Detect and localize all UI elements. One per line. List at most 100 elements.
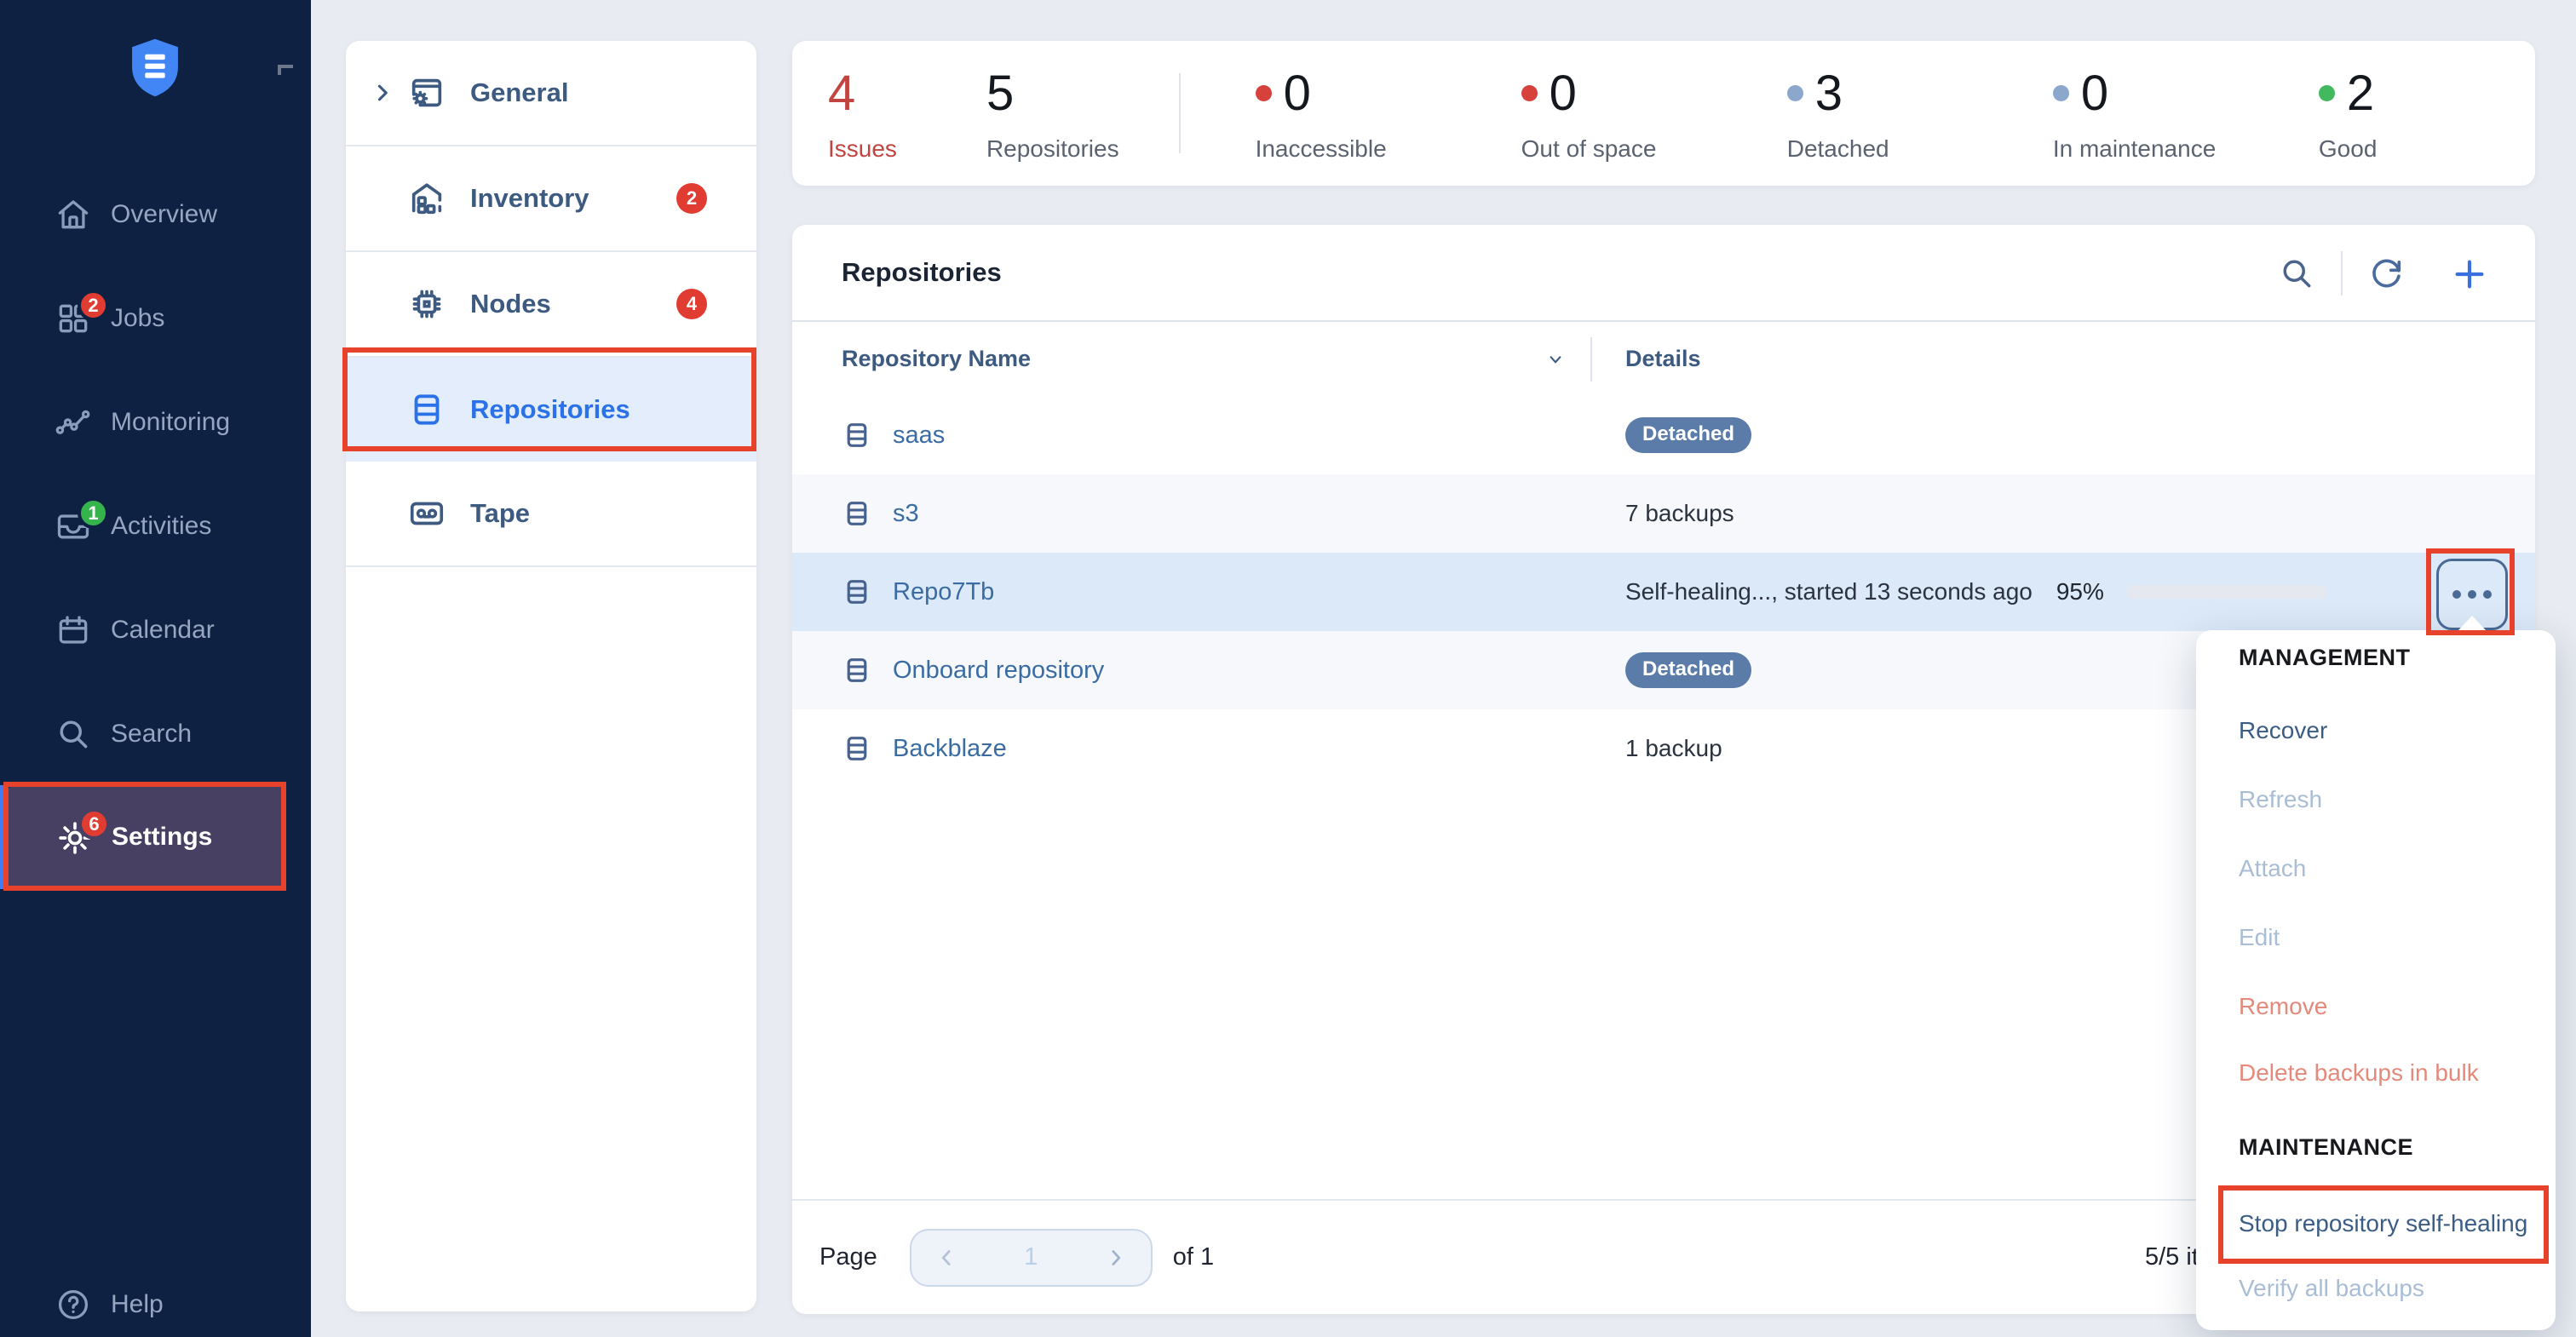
stat-repositories: 5 Repositories <box>986 65 1119 163</box>
settings-nav-tape[interactable]: Tape <box>346 462 756 565</box>
repository-icon <box>842 655 872 686</box>
table-header: Repositories <box>792 225 2535 322</box>
stat-value: 0 <box>2081 65 2108 122</box>
table-row[interactable]: saas Detached <box>792 396 2535 474</box>
repository-icon <box>842 577 872 607</box>
stat-value: 2 <box>2347 65 2374 122</box>
settings-badge: 6 <box>78 808 110 840</box>
status-dot <box>1787 85 1803 101</box>
repository-name-link[interactable]: Repo7Tb <box>893 578 1574 606</box>
sidebar-item-label: Monitoring <box>111 408 230 437</box>
search-icon <box>55 715 92 753</box>
page-of-label: of 1 <box>1173 1243 1214 1271</box>
column-details[interactable]: Details <box>1625 346 1701 372</box>
sidebar-item-help[interactable]: Help <box>0 1279 311 1330</box>
popover-arrow <box>2458 616 2487 631</box>
settings-nav-inventory[interactable]: Inventory 2 <box>346 146 756 250</box>
sidebar-item-label: Overview <box>111 200 217 229</box>
sidebar-item-monitoring[interactable]: Monitoring <box>0 397 311 448</box>
sidebar: Overview 2 Jobs Monitoring <box>0 0 311 1337</box>
settings-nav-label: General <box>470 77 568 108</box>
menu-item-stop-repository-self-healing[interactable]: Stop repository self-healing <box>2239 1208 2527 1239</box>
repository-icon <box>842 498 872 529</box>
sidebar-item-settings[interactable]: 6 Settings <box>8 785 285 889</box>
repository-detail-text: 7 backups <box>1625 500 1734 527</box>
menu-section-maintenance: MAINTENANCE <box>2239 1132 2413 1162</box>
add-repository-icon[interactable] <box>2450 255 2487 292</box>
sidebar-item-search[interactable]: Search <box>0 709 311 760</box>
refresh-icon[interactable] <box>2368 255 2406 292</box>
chevron-right-icon[interactable] <box>368 78 397 107</box>
status-dot <box>2319 85 2335 101</box>
settings-nav-repositories[interactable]: Repositories <box>346 358 756 462</box>
menu-item-recover[interactable]: Recover <box>2239 715 2327 746</box>
repository-name-link[interactable]: saas <box>893 422 1574 450</box>
repository-actions-context-menu: MANAGEMENT Recover Refresh Attach Edit R… <box>2196 630 2556 1330</box>
stat-label: Good <box>2319 135 2535 163</box>
sidebar-collapse-icon[interactable] <box>278 65 293 75</box>
stat-label: In maintenance <box>2053 135 2269 163</box>
home-icon <box>55 196 92 233</box>
detached-status-badge: Detached <box>1625 417 1751 453</box>
menu-item-edit[interactable]: Edit <box>2239 922 2280 953</box>
settings-nav-general[interactable]: General <box>346 41 756 145</box>
sort-chevron-down-icon[interactable] <box>1542 346 1569 373</box>
app-root: Overview 2 Jobs Monitoring <box>0 0 2576 1337</box>
stat-detached: 3 Detached <box>1738 65 2004 163</box>
activities-badge: 1 <box>78 497 109 529</box>
repository-name-link[interactable]: Onboard repository <box>893 657 1574 685</box>
nodes-cpu-icon <box>407 284 446 324</box>
next-page-chevron-icon[interactable] <box>1103 1245 1129 1271</box>
sidebar-item-activities[interactable]: 1 Activities <box>0 501 311 552</box>
menu-item-verify-all-backups[interactable]: Verify all backups <box>2239 1273 2424 1304</box>
stat-label: Out of space <box>1521 135 1738 163</box>
general-window-gear-icon <box>407 73 446 112</box>
settings-nav-label: Nodes <box>470 289 551 319</box>
menu-item-attach[interactable]: Attach <box>2239 853 2306 884</box>
sidebar-item-label: Help <box>111 1290 164 1319</box>
sidebar-item-label: Calendar <box>111 616 215 645</box>
sidebar-item-calendar[interactable]: Calendar <box>0 605 311 656</box>
stat-value: 4 <box>828 65 855 122</box>
column-repository-name[interactable]: Repository Name <box>842 346 1031 372</box>
calendar-icon <box>55 611 92 649</box>
detached-status-badge: Detached <box>1625 652 1751 688</box>
divider <box>1179 73 1181 153</box>
repository-icon <box>842 420 872 450</box>
stat-in-maintenance: 0 In maintenance <box>2004 65 2269 163</box>
repository-detail-text: 1 backup <box>1625 735 1722 762</box>
repository-name-link[interactable]: s3 <box>893 500 1574 528</box>
gear-icon: 6 <box>55 818 93 856</box>
ellipsis-icon <box>2452 590 2461 599</box>
current-page-number[interactable]: 1 <box>1024 1243 1038 1271</box>
menu-item-refresh[interactable]: Refresh <box>2239 784 2322 815</box>
table-row[interactable]: s3 7 backups <box>792 474 2535 553</box>
menu-item-remove[interactable]: Remove <box>2239 991 2327 1022</box>
sidebar-item-label: Jobs <box>111 304 164 333</box>
sidebar-item-overview[interactable]: Overview <box>0 189 311 240</box>
table-row-selected[interactable]: Repo7Tb Self-healing..., started 13 seco… <box>792 553 2535 631</box>
self-healing-status-text: Self-healing..., started 13 seconds ago <box>1625 578 2033 605</box>
repository-stats-card: 4 Issues 5 Repositories 0 Inaccessible 0… <box>792 41 2535 186</box>
jobs-grid-icon: 2 <box>55 300 92 337</box>
nodes-badge: 4 <box>676 289 707 319</box>
previous-page-chevron-icon[interactable] <box>934 1245 959 1271</box>
jobs-badge: 2 <box>78 290 109 321</box>
help-icon <box>55 1286 92 1323</box>
settings-nav-nodes[interactable]: Nodes 4 <box>346 252 756 356</box>
table-title: Repositories <box>842 257 1002 288</box>
sidebar-item-jobs[interactable]: 2 Jobs <box>0 293 311 344</box>
repository-name-link[interactable]: Backblaze <box>893 735 1574 763</box>
settings-nav-label: Repositories <box>470 394 630 425</box>
menu-item-delete-backups-in-bulk[interactable]: Delete backups in bulk <box>2239 1058 2479 1088</box>
stat-value: 5 <box>986 65 1014 122</box>
search-icon[interactable] <box>2278 255 2315 292</box>
divider <box>2341 251 2343 296</box>
settings-nav-label: Inventory <box>470 183 589 214</box>
page-stepper: 1 <box>910 1229 1153 1287</box>
sidebar-item-label: Settings <box>112 823 212 852</box>
menu-section-management: MANAGEMENT <box>2239 642 2411 673</box>
sidebar-item-label: Activities <box>111 512 211 541</box>
status-dot <box>1521 85 1538 101</box>
stat-label: Detached <box>1787 135 2004 163</box>
